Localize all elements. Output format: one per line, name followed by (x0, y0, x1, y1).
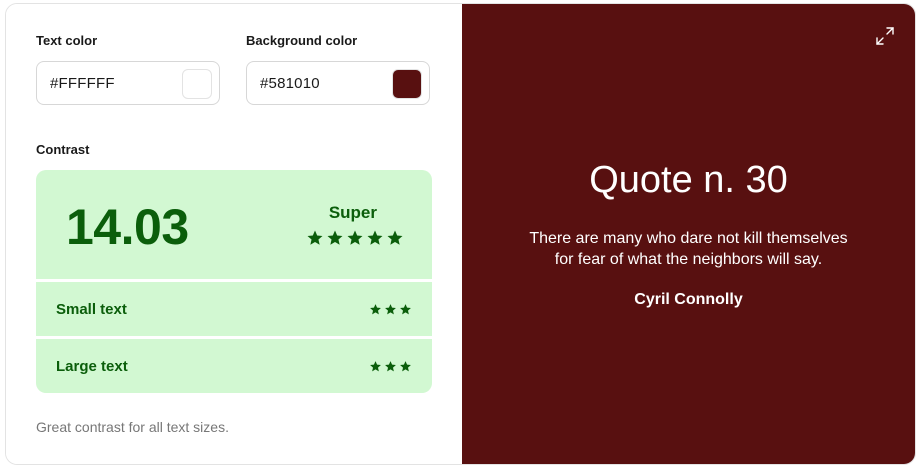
contrast-score-panel: 14.03 Super (36, 170, 432, 279)
text-color-field[interactable]: #FFFFFF (36, 61, 220, 105)
expand-icon[interactable] (875, 26, 895, 46)
background-color-swatch[interactable] (392, 69, 422, 99)
star-icon (400, 304, 411, 315)
rating-stars (306, 229, 404, 247)
contrast-hint: Great contrast for all text sizes. (36, 419, 229, 435)
large-text-stars (369, 360, 412, 373)
text-color-label: Text color (36, 33, 98, 48)
quote-preview: Quote n. 30 There are many who dare not … (462, 4, 915, 464)
contrast-rating: Super (328, 203, 377, 222)
quote-title: Quote n. 30 (589, 159, 788, 201)
star-icon (347, 230, 363, 245)
star-icon (307, 230, 323, 245)
star-icon (400, 361, 411, 372)
quote-line-1: There are many who dare not kill themsel… (529, 230, 848, 247)
quote-text: There are many who dare not kill themsel… (502, 228, 875, 270)
contrast-ratio: 14.03 (66, 199, 189, 255)
background-color-label: Background color (246, 33, 358, 48)
small-text-stars (369, 303, 412, 316)
large-text-label: Large text (56, 358, 128, 375)
star-icon (367, 230, 383, 245)
small-text-row: Small text (36, 282, 432, 336)
star-icon (370, 361, 381, 372)
star-icon (327, 230, 343, 245)
background-color-field[interactable]: #581010 (246, 61, 430, 105)
text-color-value[interactable]: #FFFFFF (50, 75, 115, 92)
background-color-value[interactable]: #581010 (260, 75, 320, 92)
small-text-label: Small text (56, 301, 127, 318)
large-text-row: Large text (36, 339, 432, 393)
star-icon (370, 304, 381, 315)
controls-panel: Text color #FFFFFF Background color #581… (6, 4, 462, 464)
contrast-label: Contrast (36, 142, 90, 157)
contrast-checker-card: Text color #FFFFFF Background color #581… (5, 3, 916, 465)
star-icon (385, 361, 396, 372)
star-icon (387, 230, 403, 245)
star-icon (385, 304, 396, 315)
quote-line-2: for fear of what the neighbors will say. (554, 251, 823, 268)
text-color-swatch[interactable] (182, 69, 212, 99)
quote-author: Cyril Connolly (634, 291, 743, 308)
